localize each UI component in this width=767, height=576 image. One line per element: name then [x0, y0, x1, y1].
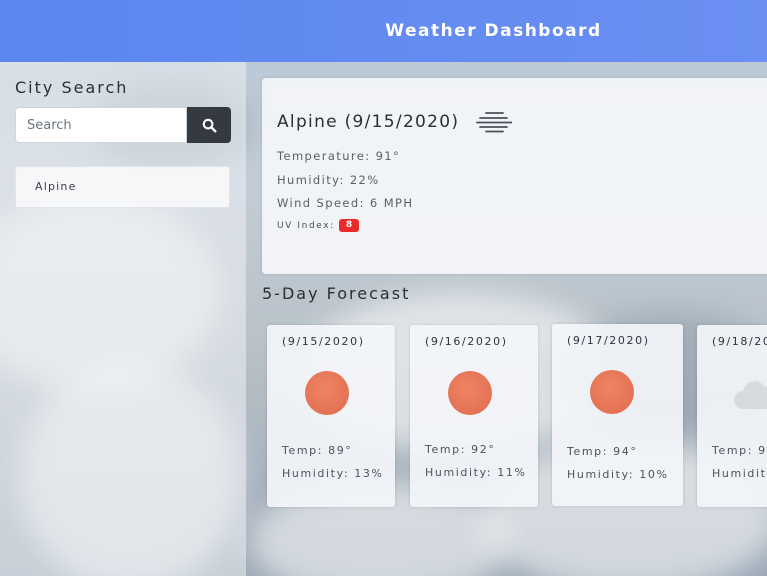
- uv-index-badge: 8: [338, 219, 360, 232]
- search-input[interactable]: [15, 107, 187, 143]
- current-wind-speed: Wind Speed: 6 MPH: [277, 196, 414, 210]
- forecast-heading: 5-Day Forecast: [262, 284, 411, 303]
- forecast-temp: Temp: 89°: [282, 444, 353, 457]
- sun-icon: [590, 370, 634, 414]
- current-city-line: Alpine (9/15/2020): [277, 109, 514, 135]
- current-weather-card: Alpine (9/15/2020) Temperature: 91° Humi…: [262, 78, 767, 274]
- search-icon: [202, 118, 217, 133]
- current-humidity: Humidity: 22%: [277, 173, 380, 187]
- sun-icon: [448, 371, 492, 415]
- forecast-temp: Temp: 94°: [567, 445, 638, 458]
- forecast-date: (9/15/2020): [282, 335, 365, 348]
- city-search-heading: City Search: [15, 78, 129, 97]
- forecast-humidity: Humidity: 10%: [567, 468, 669, 481]
- forecast-date: (9/16/2020): [425, 335, 508, 348]
- forecast-humidity: Humidity: 11%: [425, 466, 527, 479]
- forecast-date: (9/17/2020): [567, 334, 650, 347]
- current-temperature: Temperature: 91°: [277, 149, 401, 163]
- haze-icon: [476, 109, 514, 135]
- forecast-date: (9/18/20: [712, 335, 767, 348]
- current-city-title: Alpine (9/15/2020): [277, 112, 460, 132]
- search-button[interactable]: [187, 107, 231, 143]
- history-item-alpine[interactable]: Alpine: [15, 166, 230, 208]
- forecast-temp: Temp: 9: [712, 444, 767, 457]
- cloud-icon: [734, 381, 767, 409]
- forecast-card-day1: (9/15/2020) Temp: 89° Humidity: 13%: [267, 325, 395, 507]
- sidebar: City Search Alpine: [0, 62, 246, 576]
- forecast-temp: Temp: 92°: [425, 443, 496, 456]
- uv-index-label: UV Index:: [277, 220, 335, 231]
- uv-index-row: UV Index: 8: [277, 219, 360, 232]
- sun-icon: [305, 371, 349, 415]
- app-header: Weather Dashboard: [0, 0, 767, 62]
- forecast-card-day3: (9/17/2020) Temp: 94° Humidity: 10%: [552, 324, 683, 506]
- app-title: Weather Dashboard: [385, 21, 602, 41]
- forecast-card-day2: (9/16/2020) Temp: 92° Humidity: 11%: [410, 325, 538, 507]
- forecast-humidity: Humidity: 13%: [282, 467, 384, 480]
- forecast-humidity: Humidit: [712, 467, 767, 480]
- forecast-card-day4: (9/18/20 Temp: 9 Humidit: [697, 325, 767, 507]
